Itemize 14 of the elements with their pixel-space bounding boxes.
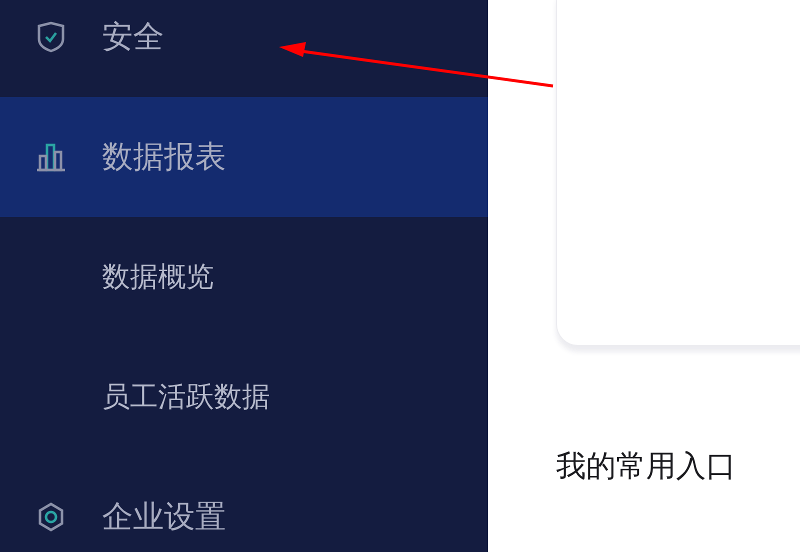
sidebar-item-label: 数据报表 (102, 138, 226, 177)
sidebar-item[interactable]: 数据报表 (0, 97, 488, 217)
sidebar-item-label: 安全 (102, 18, 164, 57)
bar-chart-icon (36, 142, 66, 172)
sidebar-item[interactable]: 安全 (0, 0, 488, 97)
shield-icon (36, 21, 66, 53)
submenu-item-label: 数据概览 (102, 259, 214, 295)
sidebar-item[interactable]: 企业设置 (0, 457, 488, 552)
sidebar-item-label: 企业设置 (102, 498, 226, 537)
hexagon-icon (36, 501, 66, 533)
submenu-item[interactable]: 数据概览 (0, 217, 488, 337)
submenu-item-label: 员工活跃数据 (102, 379, 270, 415)
section-title: 我的常用入口 (556, 448, 737, 486)
submenu-item[interactable]: 员工活跃数据 (0, 337, 488, 457)
